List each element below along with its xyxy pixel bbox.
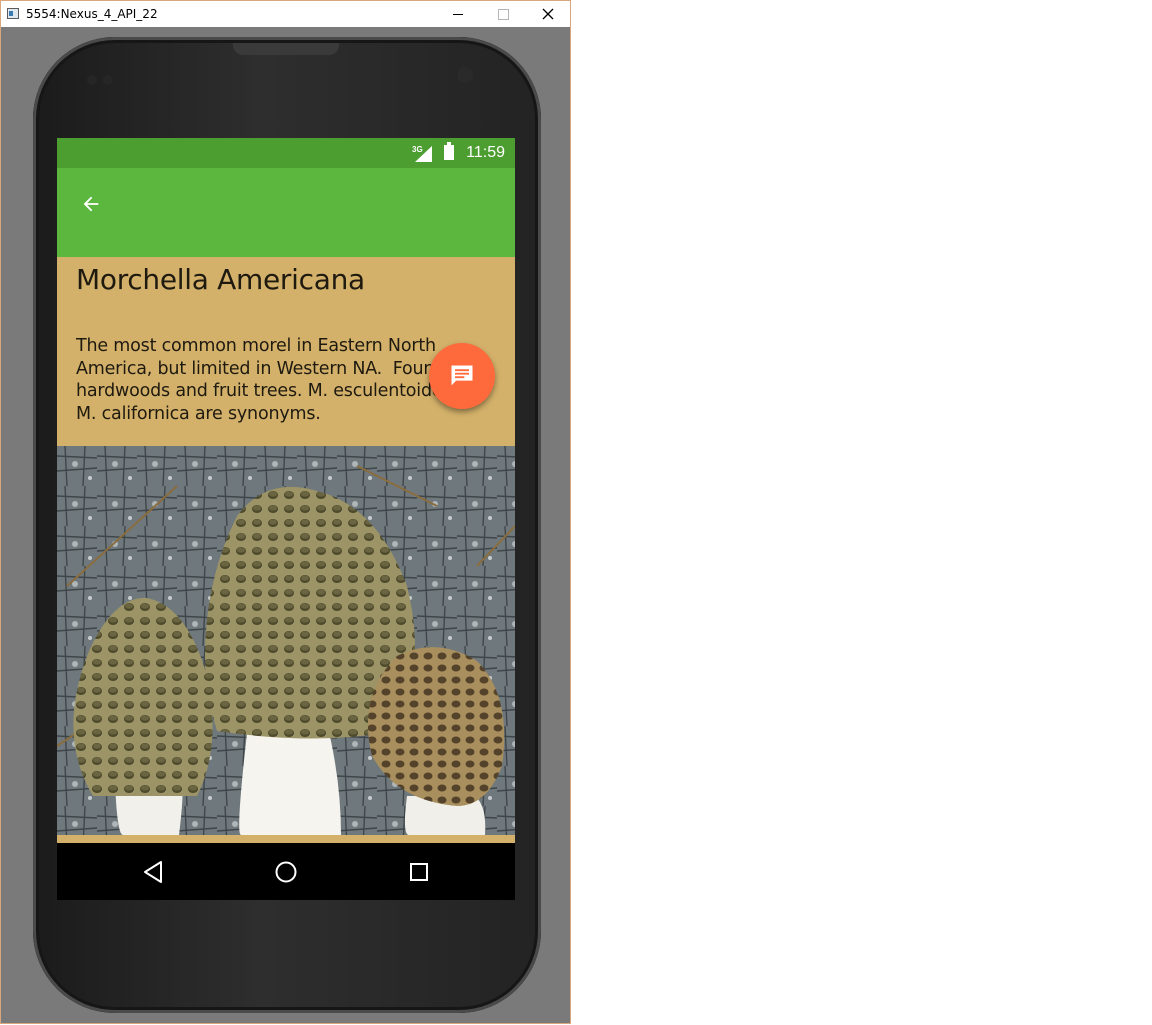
emulator-app-icon <box>7 8 19 19</box>
app-bar <box>57 168 515 257</box>
mushroom-title: Morchella Americana <box>76 263 365 296</box>
close-button[interactable] <box>525 1 571 27</box>
nav-back-button[interactable] <box>136 855 170 889</box>
back-triangle-icon <box>144 861 162 883</box>
light-sensor <box>103 75 113 85</box>
minimize-button[interactable] <box>435 1 481 27</box>
back-button[interactable] <box>73 186 109 222</box>
close-icon <box>542 8 554 20</box>
message-fab[interactable] <box>429 343 495 409</box>
description-card: Morchella Americana The most common more… <box>57 257 515 446</box>
system-nav-bar <box>57 843 515 900</box>
emulator-window: 5554:Nexus_4_API_22 3G 11:59 Morchella A… <box>0 0 571 1024</box>
morel-photo <box>57 446 515 835</box>
recents-square-icon <box>410 863 428 881</box>
maximize-icon <box>497 8 509 20</box>
window-title: 5554:Nexus_4_API_22 <box>26 7 158 21</box>
maximize-button[interactable] <box>480 1 526 27</box>
proximity-sensor <box>87 75 97 85</box>
minimize-icon <box>453 13 463 15</box>
message-icon <box>451 365 473 386</box>
status-time: 11:59 <box>466 144 505 161</box>
status-bar: 3G 11:59 <box>57 138 515 168</box>
card-bottom-strip <box>57 835 515 843</box>
morel-mushrooms-image <box>57 446 515 835</box>
device-screen: 3G 11:59 Morchella Americana The most co… <box>57 138 515 900</box>
arrow-back-icon <box>83 196 99 212</box>
battery-icon <box>444 142 454 160</box>
window-titlebar: 5554:Nexus_4_API_22 <box>1 1 570 27</box>
nav-recents-button[interactable] <box>402 855 436 889</box>
speaker-grille <box>233 43 339 55</box>
home-circle-icon <box>275 861 297 883</box>
signal-icon <box>415 146 432 162</box>
front-camera <box>457 67 473 83</box>
nav-home-button[interactable] <box>269 855 303 889</box>
